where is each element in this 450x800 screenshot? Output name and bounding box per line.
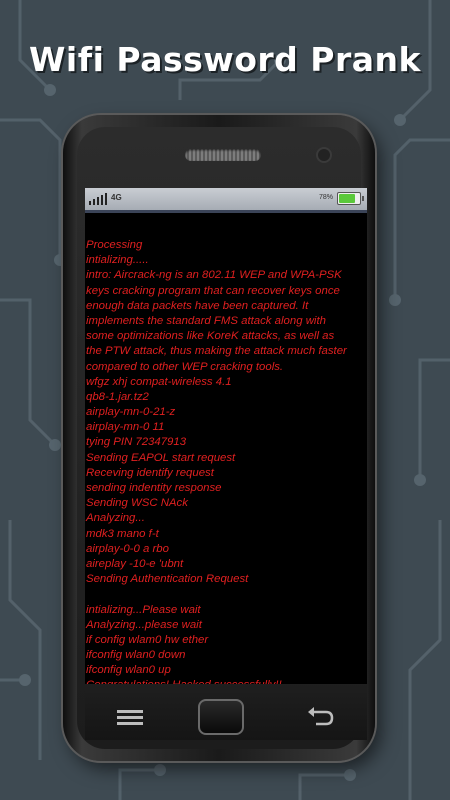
battery-icon (337, 192, 364, 205)
console-line: some optimizations like KoreK attacks, a… (86, 330, 335, 343)
console-line: mdk3 mano f-t (86, 527, 159, 540)
console-line: ifconfig wlan0 down (86, 649, 186, 662)
console-line: airplay-mn-0-21-z (86, 406, 176, 419)
battery-fill (339, 194, 355, 203)
console-line: qb8-1.jar.tz2 (86, 390, 149, 403)
menu-icon[interactable] (115, 707, 145, 727)
console-line: Analyzing...please wait (86, 618, 202, 631)
speaker-grille (185, 149, 261, 161)
console-line: Sending WSC NAck (86, 497, 188, 510)
console-line: intializing..... (86, 254, 149, 267)
console-line: airplay-mn-0 11 (86, 421, 165, 434)
phone-screen: 4G 78% Processing intializing..... intro: … (85, 188, 367, 684)
console-line: sending indentity response (86, 482, 222, 494)
signal-icon (89, 193, 107, 205)
console-log: Processing intializing..... intro: Aircrac… (86, 238, 367, 684)
front-camera (318, 149, 330, 161)
console-line: airplay-0-0 a rbo (86, 542, 169, 555)
console-line: Receving identify request (86, 466, 214, 479)
console-line: Sending Authentication Request (86, 573, 249, 586)
app-title: Wifi Password Prank (29, 40, 421, 79)
battery-percent: 78% (319, 194, 334, 201)
console-line: enough data packets have been captured. … (86, 299, 309, 312)
console-line: aireplay -10-e 'ubnt (86, 557, 184, 570)
console-line: implements the standard FMS attack along… (86, 314, 326, 327)
console-line: compared to other WEP cracking tools. (86, 360, 284, 373)
back-icon[interactable] (306, 704, 334, 728)
console-line: if config wlam0 hw ether (86, 633, 209, 646)
console-line: wfgz xhj compat-wireless 4.1 (86, 375, 232, 388)
console-line: the PTW attack, thus making the attack m… (86, 345, 347, 358)
network-type: 4G (111, 193, 122, 202)
home-button[interactable] (198, 699, 244, 735)
console-line: intializing...Please wait (86, 603, 201, 616)
console-line: tying PIN 72347913 (86, 436, 187, 449)
console-line: Processing (86, 239, 143, 251)
status-bar: 4G 78% (85, 188, 367, 213)
console-line: Analyzing... (86, 512, 145, 525)
console-line: ifconfig wlan0 up (86, 664, 171, 677)
console-line: keys cracking program that can recover k… (86, 284, 340, 297)
console-line: Sending EAPOL start request (86, 451, 236, 464)
console-line: intro: Aircrack-ng is an 802.11 WEP and … (86, 269, 342, 282)
